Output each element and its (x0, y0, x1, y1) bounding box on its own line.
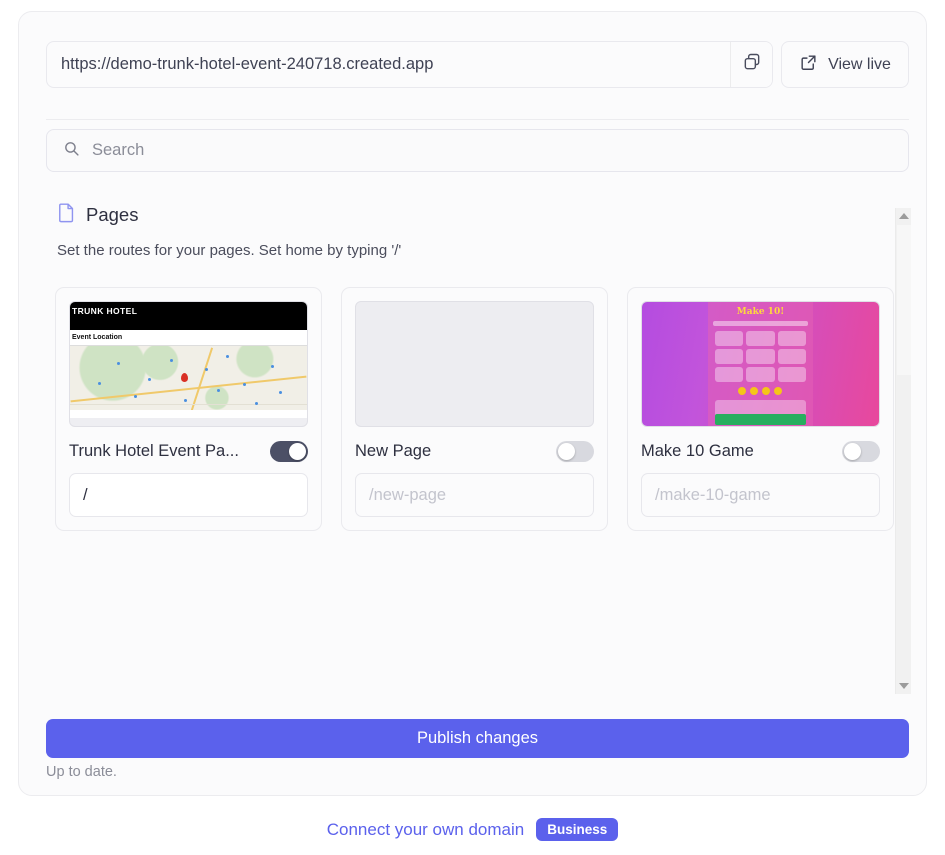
scroll-down-button[interactable] (896, 678, 912, 694)
coin-icon (750, 387, 759, 395)
page-route-input[interactable]: /make-10-game (641, 473, 880, 517)
coin-icon (762, 387, 771, 395)
business-plan-badge[interactable]: Business (536, 818, 619, 841)
toggle-knob (289, 442, 306, 460)
game-panel: Make 10! (708, 302, 813, 426)
game-title: Make 10! (736, 307, 785, 317)
page-card-label: Make 10 Game (641, 441, 754, 460)
pages-title: Pages (86, 204, 139, 225)
thumb-header: TRUNK HOTEL (70, 302, 307, 330)
game-cell (777, 349, 807, 364)
pages-scrollbar[interactable] (895, 208, 911, 694)
page-thumbnail-new-page[interactable] (355, 301, 594, 427)
page-card-label: Trunk Hotel Event Pa... (69, 441, 239, 460)
game-cell (746, 349, 775, 364)
chevron-down-icon (899, 683, 909, 689)
thumb-title: TRUNK HOTEL (72, 306, 138, 316)
page-card-header: Trunk Hotel Event Pa... (69, 439, 308, 463)
page-card-header: New Page (355, 439, 594, 463)
view-live-label: View live (828, 55, 891, 73)
copy-icon (742, 52, 762, 77)
publish-panel: https://demo-trunk-hotel-event-240718.cr… (18, 11, 927, 796)
search-placeholder: Search (92, 141, 145, 159)
site-url-box[interactable]: https://demo-trunk-hotel-event-240718.cr… (46, 41, 773, 88)
site-url-text: https://demo-trunk-hotel-event-240718.cr… (61, 55, 434, 73)
scrollbar-thumb[interactable] (897, 225, 911, 375)
scroll-up-button[interactable] (896, 208, 912, 224)
pages-card-list: Event Location TRUNK HOTEL Trunk Hotel E… (55, 287, 895, 531)
page-visibility-toggle[interactable] (270, 440, 308, 462)
page-thumbnail-make-10-game[interactable]: Make 10! (641, 301, 880, 427)
page-route-value: / (83, 485, 88, 504)
external-link-icon (799, 53, 818, 77)
game-cell (714, 331, 744, 346)
footer: Connect your own domain Business (0, 818, 945, 841)
game-cell (746, 367, 775, 382)
map-pin-icon (181, 373, 189, 383)
page-card[interactable]: New Page /new-page (341, 287, 608, 531)
coin-icon (774, 387, 783, 395)
pages-subtitle: Set the routes for your pages. Set home … (57, 242, 402, 259)
connect-domain-link[interactable]: Connect your own domain (327, 820, 525, 840)
game-preview: Make 10! (642, 302, 879, 426)
view-live-button[interactable]: View live (781, 41, 909, 88)
page-card-header: Make 10 Game (641, 439, 880, 463)
thumb-subtitle (72, 318, 301, 323)
page-visibility-toggle[interactable] (556, 440, 594, 462)
game-cell (777, 331, 807, 346)
page-card-label: New Page (355, 441, 432, 460)
game-cell (746, 331, 775, 346)
page-route-placeholder: /make-10-game (655, 485, 771, 504)
url-row: https://demo-trunk-hotel-event-240718.cr… (46, 41, 909, 88)
game-cell (714, 349, 744, 364)
page-thumbnail-trunk-hotel[interactable]: Event Location TRUNK HOTEL (69, 301, 308, 427)
thumb-section-label: Event Location (70, 330, 307, 346)
file-icon (57, 202, 76, 228)
toggle-knob (844, 442, 861, 460)
game-cell (714, 367, 744, 382)
pages-header: Pages (57, 202, 138, 228)
game-cell (777, 367, 807, 382)
copy-url-button[interactable] (730, 42, 772, 87)
search-input[interactable]: Search (46, 129, 909, 172)
page-visibility-toggle[interactable] (842, 440, 880, 462)
toggle-knob (558, 442, 575, 460)
publish-status: Up to date. (46, 764, 117, 780)
search-icon (63, 140, 80, 162)
page-card[interactable]: Event Location TRUNK HOTEL Trunk Hotel E… (55, 287, 322, 531)
page-route-placeholder: /new-page (369, 485, 447, 504)
chevron-up-icon (899, 213, 909, 219)
game-coin-row (708, 387, 812, 395)
header-divider (46, 119, 909, 120)
game-action-button (714, 414, 807, 425)
publish-changes-button[interactable]: Publish changes (46, 719, 909, 758)
page-route-input[interactable]: /new-page (355, 473, 594, 517)
page-route-input[interactable]: / (69, 473, 308, 517)
coin-icon (738, 387, 747, 395)
map-preview (70, 346, 307, 418)
game-description-bar (712, 321, 809, 326)
game-number-grid (714, 331, 807, 382)
page-card[interactable]: Make 10! Make 10 Game /make-10-game (627, 287, 894, 531)
